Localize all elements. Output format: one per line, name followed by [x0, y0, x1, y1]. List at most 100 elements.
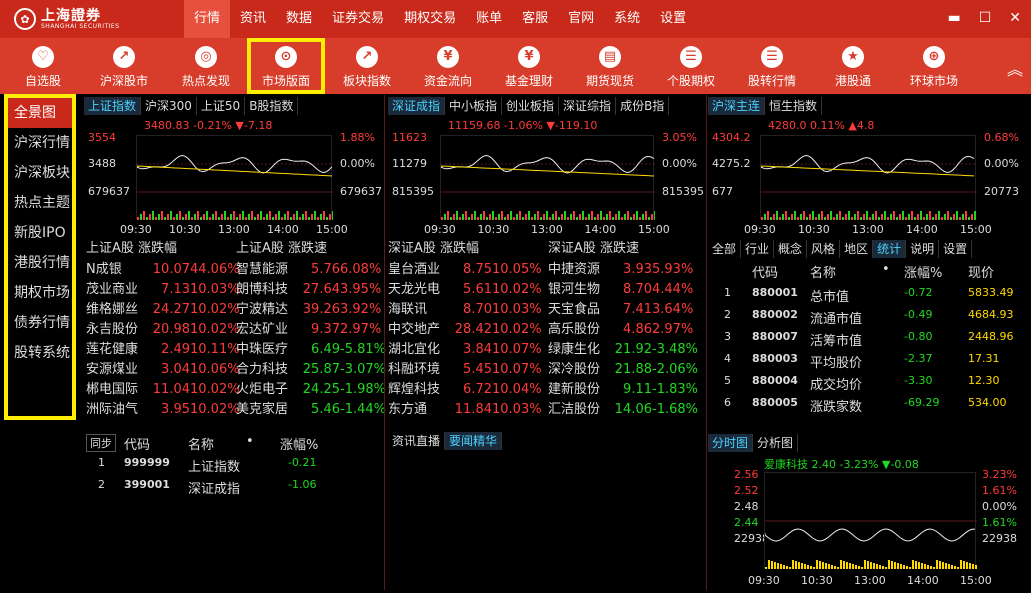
rank-row[interactable]: 洲际油气 3.9510.02%: [86, 400, 240, 420]
stats-tab[interactable]: 设置: [939, 240, 973, 258]
rank-row[interactable]: 郴电国际 11.0410.02%: [86, 380, 240, 400]
rank-row[interactable]: 科融环境 5.4510.07%: [388, 360, 542, 380]
rank-row[interactable]: 合力科技 25.87-3.07%: [236, 360, 386, 380]
stats-tab[interactable]: 风格: [807, 240, 841, 258]
rank-row[interactable]: 中珠医疗 6.49-5.81%: [236, 340, 386, 360]
news-tab[interactable]: 要闻精华: [445, 432, 503, 450]
stats-tab[interactable]: 说明: [906, 240, 940, 258]
stock-change: 10.02%: [190, 302, 240, 317]
index-tab[interactable]: 恒生指数: [765, 97, 823, 115]
index-tab[interactable]: 上证指数: [84, 97, 142, 115]
toolbar-label: 热点发现: [181, 74, 230, 88]
toolbar-button[interactable]: ⊙ 市场版面: [247, 38, 325, 94]
rank-row[interactable]: 海联讯 8.7010.03%: [388, 300, 542, 320]
stats-code: 880002: [752, 308, 798, 321]
rank-row[interactable]: 安源煤业 3.0410.06%: [86, 360, 240, 380]
toolbar-button[interactable]: ◎ 热点发现: [167, 38, 245, 94]
toolbar-button[interactable]: ⊕ 环球市场: [895, 38, 973, 94]
rank-row[interactable]: 天宝食品 7.413.64%: [548, 300, 693, 320]
news-tab[interactable]: 资讯直播: [388, 432, 446, 450]
rank-row[interactable]: 中捷资源 3.935.93%: [548, 260, 693, 280]
menu-item[interactable]: 设置: [650, 0, 696, 38]
toolbar-button[interactable]: ★ 港股通: [814, 38, 892, 94]
menu-item[interactable]: 证券交易: [322, 0, 394, 38]
stats-tab[interactable]: 地区: [840, 240, 874, 258]
rank-row[interactable]: 莲花健康 2.4910.11%: [86, 340, 240, 360]
time-tick: 15:00: [316, 223, 348, 236]
rank-row[interactable]: 中交地产 28.4210.02%: [388, 320, 542, 340]
menu-item[interactable]: 期权交易: [394, 0, 466, 38]
stats-tab[interactable]: 统计: [873, 240, 907, 258]
sidebar-item[interactable]: 期权市场: [8, 278, 72, 308]
rank-row[interactable]: N成银 10.0744.06%: [86, 260, 240, 280]
menu-item[interactable]: 系统: [604, 0, 650, 38]
rank-row[interactable]: 汇洁股份 14.06-1.68%: [548, 400, 698, 420]
menu-item[interactable]: 客服: [512, 0, 558, 38]
stats-tab[interactable]: 概念: [774, 240, 808, 258]
toolbar-button[interactable]: ¥ 资金流向: [409, 38, 487, 94]
stats-tab[interactable]: 全部: [708, 240, 742, 258]
rank-row[interactable]: 宁波精达 39.263.92%: [236, 300, 381, 320]
sidebar-item[interactable]: 股转系统: [8, 338, 72, 368]
rank-row[interactable]: 深冷股份 21.88-2.06%: [548, 360, 698, 380]
menu-item[interactable]: 账单: [466, 0, 512, 38]
toolbar-button[interactable]: ¥ 基金理财: [490, 38, 568, 94]
toolbar-button[interactable]: ☰ 股转行情: [733, 38, 811, 94]
sidebar-item[interactable]: 债券行情: [8, 308, 72, 338]
rank-row[interactable]: 维格娜丝 24.2710.02%: [86, 300, 240, 320]
sidebar-item[interactable]: 沪深行情: [8, 128, 72, 158]
index-tab[interactable]: 深证成指: [388, 97, 446, 115]
toolbar-button[interactable]: ▤ 期货现货: [571, 38, 649, 94]
sidebar-item[interactable]: 港股行情: [8, 248, 72, 278]
time-tick: 09:30: [424, 223, 456, 236]
rank-row[interactable]: 茂业商业 7.1310.03%: [86, 280, 240, 300]
rank-row[interactable]: 银河生物 8.704.44%: [548, 280, 693, 300]
menu-item[interactable]: 行情: [184, 0, 231, 38]
sidebar-item[interactable]: 沪深板块: [8, 158, 72, 188]
close-icon[interactable]: ✕: [1009, 10, 1021, 26]
menu-item[interactable]: 官网: [558, 0, 604, 38]
rank-row[interactable]: 皇台酒业 8.7510.05%: [388, 260, 542, 280]
rank-row[interactable]: 湖北宜化 3.8410.07%: [388, 340, 542, 360]
toolbar-button[interactable]: ↗ 沪深股市: [85, 38, 163, 94]
rank-row[interactable]: 朗博科技 27.643.95%: [236, 280, 381, 300]
chart-tab[interactable]: 分时图: [708, 434, 754, 452]
stats-tab[interactable]: 行业: [741, 240, 775, 258]
index-tab[interactable]: B股指数: [245, 97, 299, 115]
toolbar-button[interactable]: ↗ 板块指数: [328, 38, 406, 94]
stock-name: 宏达矿业: [236, 322, 289, 337]
index-tab[interactable]: 沪深300: [141, 97, 197, 115]
rank-row[interactable]: 美克家居 5.46-1.44%: [236, 400, 386, 420]
index-tab[interactable]: 中小板指: [445, 97, 503, 115]
stock-change: 3.64%: [652, 302, 694, 317]
sidebar-item[interactable]: 热点主题: [8, 188, 72, 218]
rank-row[interactable]: 天龙光电 5.6110.02%: [388, 280, 542, 300]
rank-row[interactable]: 智慧能源 5.766.08%: [236, 260, 381, 280]
index-tab[interactable]: 沪深主连: [708, 97, 766, 115]
chevron-up-icon[interactable]: ︽: [1007, 56, 1023, 80]
index-tab[interactable]: 深证综指: [559, 97, 617, 115]
toolbar-button[interactable]: ☰ 个股期权: [652, 38, 730, 94]
sidebar-item[interactable]: 新股IPO: [8, 218, 72, 248]
rank-row[interactable]: 辉煌科技 6.7210.04%: [388, 380, 542, 400]
rank-row[interactable]: 绿康生化 21.92-3.48%: [548, 340, 698, 360]
index-tab[interactable]: 创业板指: [502, 97, 560, 115]
maximize-icon[interactable]: ☐: [979, 10, 992, 26]
menu-item[interactable]: 资讯: [230, 0, 276, 38]
toolbar-button[interactable]: ♡ 自选股: [4, 38, 82, 94]
sidebar-item[interactable]: 全景图: [8, 98, 72, 128]
rank-row[interactable]: 宏达矿业 9.372.97%: [236, 320, 381, 340]
rank-row[interactable]: 火炬电子 24.25-1.98%: [236, 380, 386, 400]
index-tab[interactable]: 成份B指: [616, 97, 670, 115]
stock-name: 合力科技: [236, 362, 289, 377]
minimize-icon[interactable]: ▬: [947, 10, 960, 26]
chart-tab[interactable]: 分析图: [753, 434, 799, 452]
rank-row[interactable]: 高乐股份 4.862.97%: [548, 320, 693, 340]
rank-row[interactable]: 永吉股份 20.9810.02%: [86, 320, 240, 340]
menu-item[interactable]: 数据: [276, 0, 322, 38]
rank-row[interactable]: 东方通 11.8410.03%: [388, 400, 542, 420]
index-tab[interactable]: 上证50: [197, 97, 246, 115]
mini-chart: [440, 135, 656, 220]
rank-row[interactable]: 建新股份 9.11-1.83%: [548, 380, 698, 400]
time-tick: 10:30: [477, 223, 510, 236]
